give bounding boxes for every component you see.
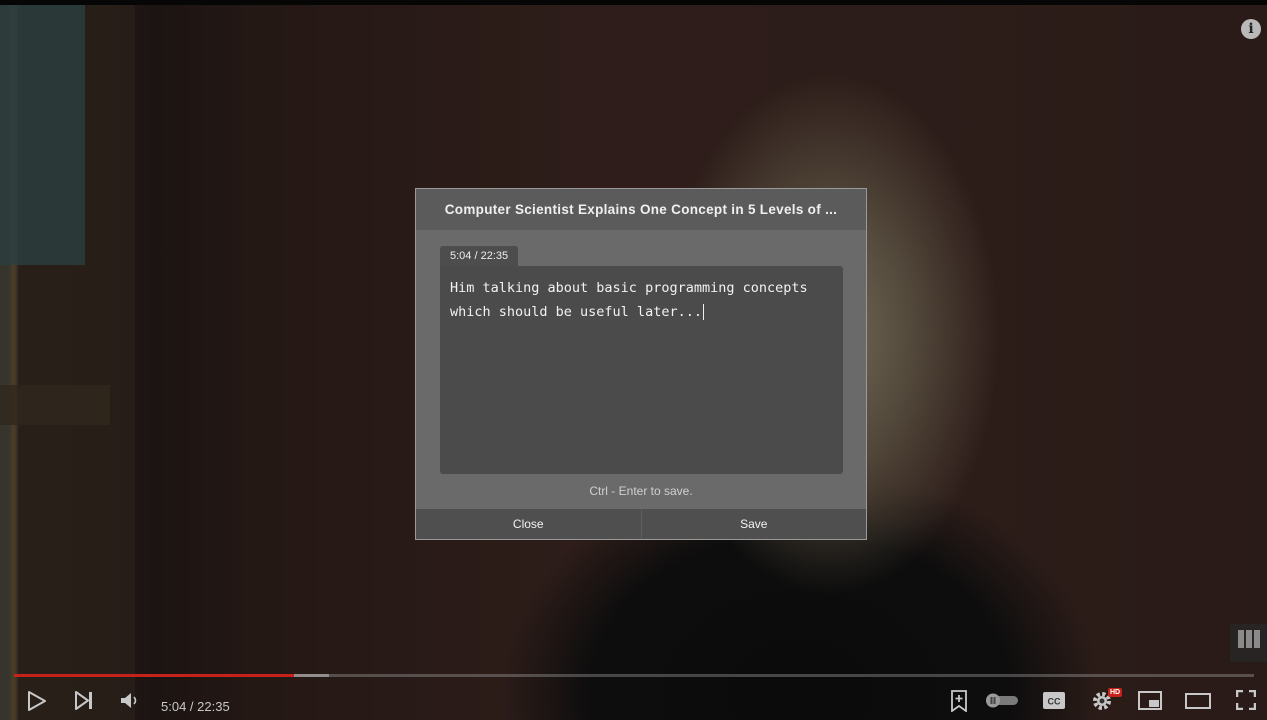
progress-bar[interactable] [14,674,1254,677]
autoplay-toggle-icon[interactable] [985,693,1019,708]
save-hint: Ctrl - Enter to save. [589,484,693,498]
note-dialog: Computer Scientist Explains One Concept … [415,188,867,540]
bookmark-icon[interactable] [950,690,968,712]
miniplayer-icon[interactable] [1138,691,1162,710]
info-icon[interactable]: i [1241,19,1261,39]
save-button[interactable]: Save [642,509,867,539]
dialog-title: Computer Scientist Explains One Concept … [416,189,866,230]
svg-text:CC: CC [1048,697,1061,707]
note-timestamp: 5:04 / 22:35 [440,246,519,267]
volume-icon[interactable] [120,692,140,709]
close-button[interactable]: Close [416,509,642,539]
channel-watermark-icon[interactable] [1230,624,1267,662]
fullscreen-icon[interactable] [1236,690,1256,710]
progress-played [14,674,295,677]
theater-icon[interactable] [1185,693,1211,709]
time-display: 5:04 / 22:35 [161,699,230,714]
hd-badge: HD [1108,688,1123,697]
text-caret [702,304,704,320]
play-icon[interactable] [28,691,46,711]
next-icon[interactable] [75,691,93,710]
note-text: Him talking about basic programming conc… [450,280,808,320]
captions-icon[interactable]: CC [1042,691,1066,710]
watermark-glyph [1237,630,1260,648]
video-player[interactable]: i Computer Scientist Explains One Concep… [0,0,1267,720]
dialog-footer: Close Save [416,509,866,539]
note-textarea[interactable]: Him talking about basic programming conc… [440,266,843,474]
